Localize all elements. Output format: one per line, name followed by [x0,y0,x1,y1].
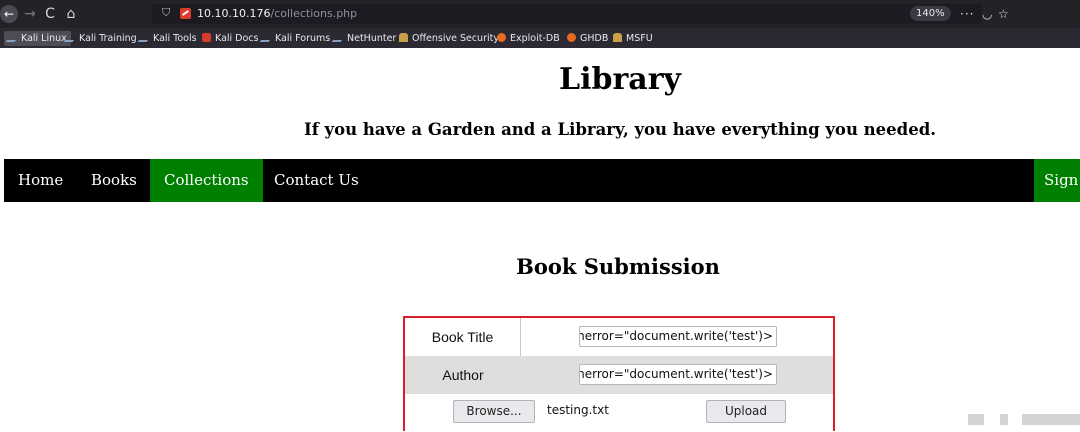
bookmark-exploit-db[interactable]: Exploit-DB [497,31,560,46]
exploitdb-icon [497,33,506,42]
blur-artifact [1022,414,1080,425]
url-path: /collections.php [270,7,358,20]
msfu-icon [613,33,622,42]
site-title: Library [559,62,681,97]
kali-icon [137,36,152,42]
nav-home[interactable]: Home [4,159,77,202]
kali-icon [63,36,78,42]
url-text[interactable]: 10.10.10.176/collections.php [197,7,357,20]
nav-contact-us[interactable]: Contact Us [260,159,373,202]
upload-button[interactable]: Upload [706,400,786,423]
blur-artifact [1000,414,1008,425]
bookmark-label: Offensive Security [412,33,499,44]
reload-icon[interactable]: C [42,5,58,23]
blur-artifact [968,414,984,425]
book-title-input[interactable]: <img src=x onerror="document.write('test… [579,326,777,347]
bookmark-kali-docs[interactable]: Kali Docs [202,31,258,46]
author-input[interactable]: <img src=x onerror="document.write('test… [579,364,777,385]
bookmark-kali-forums[interactable]: Kali Forums [259,31,331,46]
bookmark-msfu[interactable]: MSFU [613,31,653,46]
bookmark-nethunter[interactable]: NetHunter [331,31,397,46]
bookmark-kali-training[interactable]: Kali Training [63,31,137,46]
nav-sign-in[interactable]: Sign In [1034,159,1080,202]
browse-button[interactable]: Browse... [453,400,535,423]
bookmark-ghdb[interactable]: GHDB [567,31,608,46]
bookmark-kali-linux[interactable]: Kali Linux [4,31,71,46]
nav-books[interactable]: Books [77,159,151,202]
address-bar[interactable]: ⛉ 10.10.10.176/collections.php 140% ··· … [152,4,1009,24]
nav-collections[interactable]: Collections [150,159,263,202]
bookmark-kali-tools[interactable]: Kali Tools [137,31,197,46]
home-icon[interactable]: ⌂ [62,5,80,23]
selected-file-name: testing.txt [547,403,609,417]
ghdb-icon [567,33,576,42]
bookmark-label: Kali Docs [215,33,259,44]
book-submission-form: Book Title <img src=x onerror="document.… [403,316,835,432]
main-navbar: Home Books Collections Contact Us Sign I… [4,159,1080,202]
pocket-icon[interactable]: ◡ [982,6,992,22]
site-tagline: If you have a Garden and a Library, you … [303,120,936,139]
back-arrow-icon[interactable]: ← [0,5,18,23]
bookmark-label: NetHunter [347,33,397,44]
bookmark-label: Kali Tools [153,33,197,44]
author-row: Author <img src=x onerror="document.writ… [405,356,833,394]
bookmark-label: Kali Forums [275,33,331,44]
bookmarks-bar: Kali Linux Kali Training Kali Tools Kali… [0,28,1080,48]
bookmark-label: GHDB [580,33,609,44]
bookmark-label: MSFU [626,33,653,44]
bookmark-offensive-security[interactable]: Offensive Security [399,31,499,46]
kali-icon [259,36,274,42]
book-title-row: Book Title <img src=x onerror="document.… [405,318,833,356]
file-upload-row: Browse... testing.txt Upload [405,394,833,432]
book-title-label: Book Title [405,318,521,356]
browser-toolbar: ← → C ⌂ ⛉ 10.10.10.176/collections.php 1… [0,0,1080,28]
section-title: Book Submission [516,254,720,279]
offsec-icon [399,33,408,42]
tracking-shield-icon[interactable]: ⛉ [162,6,170,20]
page-actions-icon[interactable]: ··· [960,6,974,22]
kali-docs-icon [202,33,211,42]
bookmark-star-icon[interactable]: ☆ [998,6,1009,22]
bookmark-label: Exploit-DB [510,33,560,44]
author-label: Author [442,367,484,383]
bookmark-label: Kali Linux [21,33,67,44]
insecure-lock-icon[interactable] [180,8,191,19]
kali-icon [5,36,20,42]
kali-icon [331,36,346,42]
bookmark-label: Kali Training [79,33,137,44]
forward-arrow-icon[interactable]: → [22,5,38,23]
zoom-level-badge[interactable]: 140% [910,6,951,21]
url-host: 10.10.10.176 [197,7,271,20]
